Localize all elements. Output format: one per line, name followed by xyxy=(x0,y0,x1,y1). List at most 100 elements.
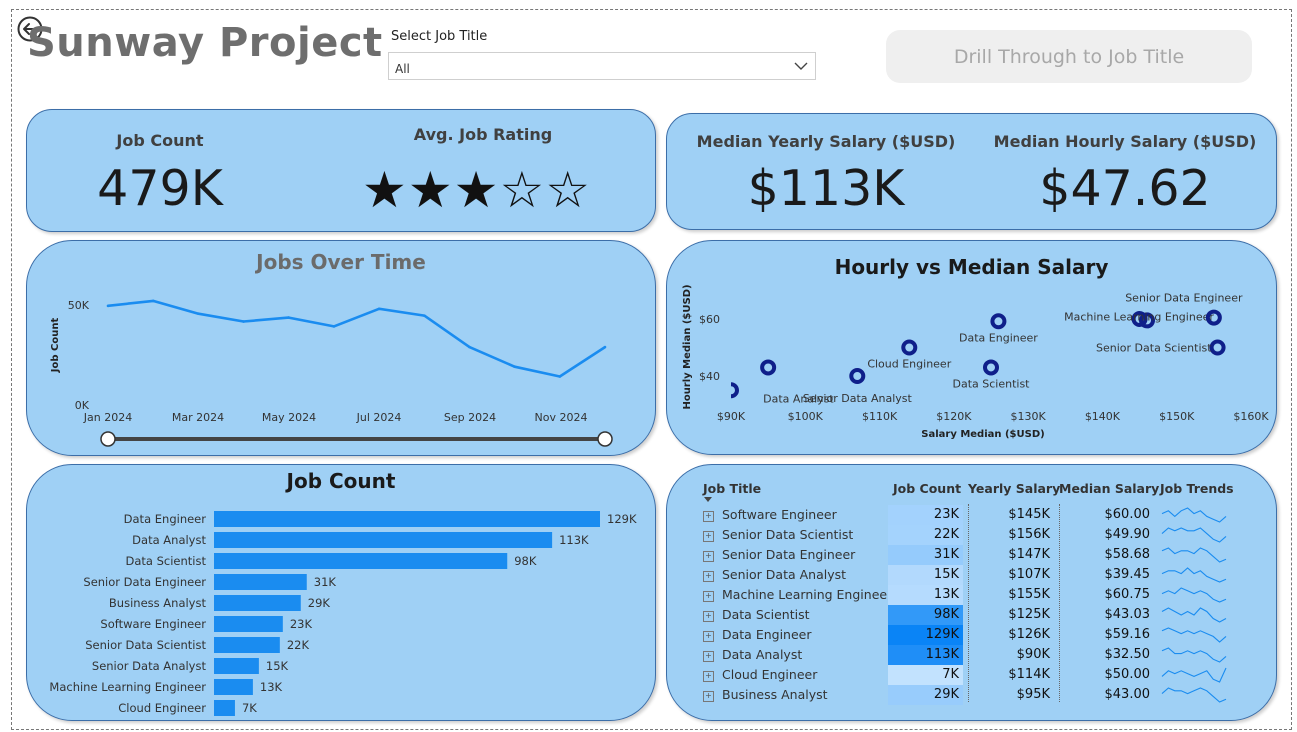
table-header-job-count[interactable]: Job Count xyxy=(893,481,961,496)
date-range-slider-end-handle[interactable] xyxy=(597,431,613,447)
table-row[interactable]: + Senior Data Scientist xyxy=(703,527,853,542)
row-job-count: 13K xyxy=(933,587,959,602)
date-range-slider-track[interactable] xyxy=(108,437,605,441)
table-row[interactable]: + Machine Learning Engineer xyxy=(703,587,892,602)
row-yearly-salary: $90K xyxy=(1016,647,1050,662)
row-job-title: Cloud Engineer xyxy=(722,667,818,682)
table-row[interactable]: + Data Engineer xyxy=(703,627,812,642)
date-range-slider-start-handle[interactable] xyxy=(100,431,116,447)
bar-value-label: 13K xyxy=(260,680,283,694)
scatter-point[interactable] xyxy=(901,339,918,356)
bar[interactable] xyxy=(214,574,307,590)
job-title-slicer[interactable]: All xyxy=(388,52,816,80)
table-row[interactable]: + Business Analyst xyxy=(703,687,828,702)
jobs-over-time-chart: Job Count 50K 0K Jan 2024 Mar 2024 May 2… xyxy=(50,299,613,447)
scatter-point[interactable] xyxy=(990,313,1007,330)
row-yearly-salary: $125K xyxy=(1008,607,1050,622)
row-yearly-salary: $145K xyxy=(1008,507,1050,522)
line-x-tick: Jul 2024 xyxy=(356,411,402,424)
slicer-selected-value: All xyxy=(395,62,410,76)
avg-rating-label: Avg. Job Rating xyxy=(413,125,553,144)
row-yearly-salary: $156K xyxy=(1008,527,1050,542)
row-job-count: 15K xyxy=(933,567,959,582)
bar[interactable] xyxy=(214,679,253,695)
row-job-count: 31K xyxy=(933,547,959,562)
job-trend-sparkline xyxy=(1161,547,1227,563)
bar[interactable] xyxy=(214,595,301,611)
bar[interactable] xyxy=(214,553,508,569)
row-job-count: 29K xyxy=(933,687,959,702)
bar-category-label: Data Scientist xyxy=(126,554,207,568)
expand-row-icon[interactable]: + xyxy=(703,651,714,662)
line-data-point xyxy=(151,299,155,303)
table-header-job-trends[interactable]: Job Trends xyxy=(1160,481,1234,496)
table-header-job-title[interactable]: Job Title xyxy=(703,481,761,496)
expand-row-icon[interactable]: + xyxy=(703,551,714,562)
bar-category-label: Software Engineer xyxy=(100,617,206,631)
bar-category-label: Business Analyst xyxy=(109,596,207,610)
row-median-salary: $39.45 xyxy=(1104,567,1151,582)
row-job-title: Data Analyst xyxy=(722,647,803,662)
expand-row-icon[interactable]: + xyxy=(703,671,714,682)
median-hourly-label: Median Hourly Salary ($USD) xyxy=(993,132,1257,151)
table-row[interactable]: + Data Scientist xyxy=(703,607,810,622)
expand-row-icon[interactable]: + xyxy=(703,631,714,642)
line-data-point xyxy=(422,314,426,317)
row-job-title: Software Engineer xyxy=(722,507,837,522)
table-row[interactable]: + Senior Data Engineer xyxy=(703,547,855,562)
expand-row-icon[interactable]: + xyxy=(703,591,714,602)
line-data-point xyxy=(468,345,471,349)
bar[interactable] xyxy=(214,532,553,548)
bar[interactable] xyxy=(214,511,600,527)
sort-descending-icon[interactable] xyxy=(704,497,714,503)
scatter-y-axis-label: Hourly Median ($USD) xyxy=(682,284,693,409)
scatter-x-tick: $100K xyxy=(788,410,824,423)
expand-row-icon[interactable]: + xyxy=(703,571,714,582)
bar[interactable] xyxy=(214,616,283,632)
bar-value-label: 23K xyxy=(290,617,313,631)
scatter-point[interactable] xyxy=(849,368,866,384)
expand-row-icon[interactable]: + xyxy=(703,531,714,542)
scatter-point[interactable] xyxy=(1209,339,1226,356)
median-hourly-value: $47.62 xyxy=(1039,160,1211,217)
expand-row-icon[interactable]: + xyxy=(703,511,714,522)
line-data-point xyxy=(106,304,110,308)
table-header-yearly-salary[interactable]: Yearly Salary xyxy=(968,481,1060,496)
job-trend-sparkline xyxy=(1161,647,1227,663)
drill-through-button[interactable]: Drill Through to Job Title xyxy=(886,30,1252,83)
bar[interactable] xyxy=(214,658,259,674)
line-x-tick: May 2024 xyxy=(262,411,316,424)
column-divider xyxy=(1059,504,1060,702)
row-job-title: Data Scientist xyxy=(722,607,810,622)
row-yearly-salary: $147K xyxy=(1008,547,1050,562)
scatter-point[interactable] xyxy=(760,359,777,376)
slicer-label: Select Job Title xyxy=(391,29,488,44)
expand-row-icon[interactable]: + xyxy=(703,691,714,702)
table-row[interactable]: + Software Engineer xyxy=(703,507,837,522)
scatter-point[interactable] xyxy=(983,359,999,376)
table-row[interactable]: + Cloud Engineer xyxy=(703,667,817,682)
row-median-salary: $32.50 xyxy=(1104,647,1151,662)
bar-category-label: Machine Learning Engineer xyxy=(49,680,206,694)
bar[interactable] xyxy=(214,637,280,653)
line-data-point xyxy=(287,316,291,319)
table-header-median-salary[interactable]: Median Salary xyxy=(1059,481,1159,496)
row-yearly-salary: $95K xyxy=(1016,687,1050,702)
job-trend-sparkline xyxy=(1161,607,1227,623)
scatter-point-label: Senior Data Analyst xyxy=(803,392,913,405)
expand-row-icon[interactable]: + xyxy=(703,611,714,622)
bar-category-label: Senior Data Analyst xyxy=(92,659,207,673)
row-median-salary: $60.75 xyxy=(1104,587,1151,602)
line-data-point xyxy=(377,307,381,311)
table-row[interactable]: + Senior Data Analyst xyxy=(703,567,846,582)
table-row[interactable]: + Data Analyst xyxy=(703,647,802,662)
star-rating: ★★★☆☆ xyxy=(362,161,592,219)
scatter-point[interactable] xyxy=(725,382,739,399)
line-data-point xyxy=(513,365,516,368)
row-job-count: 22K xyxy=(933,527,959,542)
job-trend-sparkline xyxy=(1161,627,1227,643)
bar[interactable] xyxy=(214,700,235,716)
bar-category-label: Data Engineer xyxy=(124,512,207,526)
scatter-x-tick: $110K xyxy=(862,410,898,423)
row-yearly-salary: $107K xyxy=(1008,567,1050,582)
